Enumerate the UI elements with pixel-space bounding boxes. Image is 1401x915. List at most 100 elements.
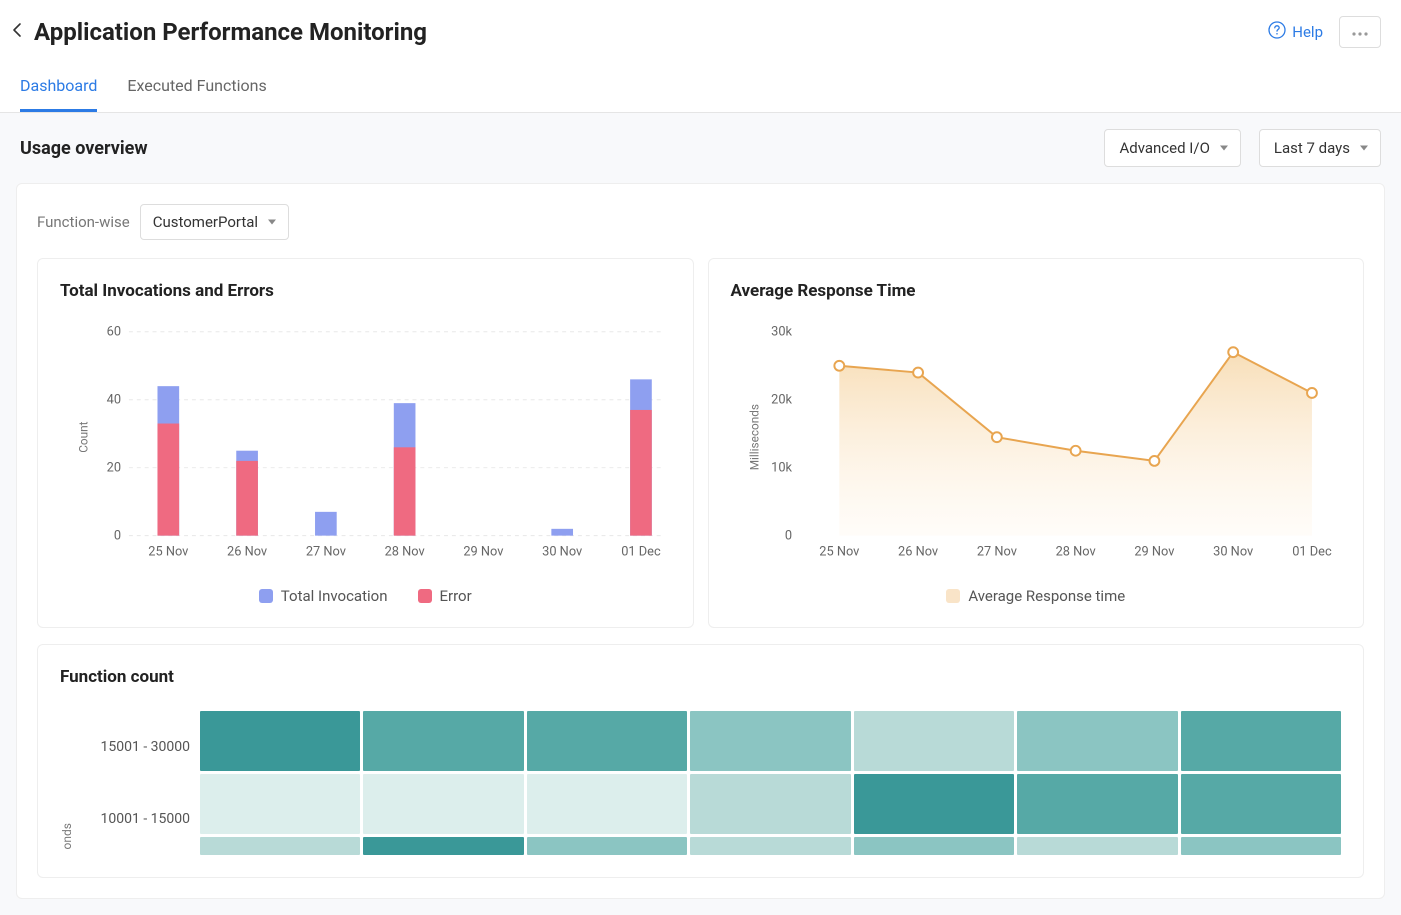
help-link[interactable]: Help	[1268, 21, 1323, 43]
heatmap-row-partial	[200, 837, 1341, 855]
response-point	[1307, 388, 1317, 398]
legend-response-label: Average Response time	[968, 587, 1125, 605]
legend-error-label: Error	[440, 587, 472, 605]
heatmap-cell	[690, 711, 850, 771]
bar-error	[157, 424, 179, 536]
x-tick: 01 Dec	[621, 544, 661, 559]
header-right: Help	[1268, 16, 1381, 48]
response-point	[1149, 456, 1159, 466]
heatmap-cell	[363, 711, 523, 771]
x-tick: 27 Nov	[306, 544, 346, 559]
heatmap-cell	[854, 837, 1014, 855]
fc-y-labels: 15001 - 30000 10001 - 15000	[80, 711, 190, 855]
function-count-card: Function count onds 15001 - 30000 10001 …	[37, 644, 1364, 878]
legend-total-label: Total Invocation	[281, 587, 388, 605]
overview-title: Usage overview	[20, 138, 148, 159]
x-tick: 25 Nov	[148, 544, 188, 559]
heatmap-cell	[363, 774, 523, 834]
heatmap-cell	[200, 774, 360, 834]
function-count-title: Function count	[60, 667, 1341, 687]
x-tick: 27 Nov	[976, 544, 1016, 559]
page-title: Application Performance Monitoring	[34, 18, 427, 46]
x-tick: 29 Nov	[1134, 544, 1174, 559]
fc-y-axis-label-partial: onds	[60, 823, 74, 855]
invocations-chart-title: Total Invocations and Errors	[60, 281, 671, 301]
response-point	[1228, 347, 1238, 357]
function-wise-label: Function-wise	[37, 213, 130, 231]
y-tick: 30k	[771, 325, 792, 340]
heatmap-cell	[854, 711, 1014, 771]
y-tick: 10k	[771, 461, 792, 476]
invocations-legend: Total Invocation Error	[60, 587, 671, 605]
fc-y-label: 10001 - 15000	[80, 789, 190, 849]
bar-error	[394, 447, 416, 535]
heatmap-row	[200, 774, 1341, 834]
heatmap-cell	[527, 837, 687, 855]
heatmap-cell	[1181, 711, 1341, 771]
x-tick: 25 Nov	[819, 544, 859, 559]
heatmap-row	[200, 711, 1341, 771]
x-tick: 28 Nov	[1055, 544, 1095, 559]
overview-bar: Usage overview Advanced I/O Last 7 days	[0, 113, 1401, 183]
heatmap-cell	[200, 837, 360, 855]
heatmap-cell	[200, 711, 360, 771]
swatch-response-icon	[946, 589, 960, 603]
y-axis-label: Count	[77, 421, 91, 452]
back-chevron-icon[interactable]	[10, 22, 26, 42]
response-time-chart: 0 10k 20k 30k Milliseconds	[731, 319, 1342, 575]
response-point	[991, 432, 1001, 442]
response-point	[913, 368, 923, 378]
x-tick: 26 Nov	[227, 544, 267, 559]
swatch-total-icon	[259, 589, 273, 603]
header-left: Application Performance Monitoring	[10, 18, 427, 46]
y-tick: 0	[784, 529, 791, 544]
bar-total	[315, 512, 337, 536]
invocations-chart-card: Total Invocations and Errors 0 20 40 60 …	[37, 258, 694, 628]
x-tick: 30 Nov	[542, 544, 582, 559]
heatmap-cell	[1181, 774, 1341, 834]
bar-error	[236, 461, 258, 536]
io-type-select[interactable]: Advanced I/O	[1104, 129, 1240, 167]
tab-dashboard[interactable]: Dashboard	[20, 76, 97, 112]
dots-icon	[1351, 24, 1369, 40]
y-tick: 0	[114, 529, 121, 544]
heatmap-cell	[1017, 774, 1177, 834]
dashboard-card: Function-wise CustomerPortal Total Invoc…	[16, 183, 1385, 899]
io-type-value: Advanced I/O	[1119, 139, 1209, 157]
bar-error	[630, 410, 652, 536]
heatmap-cell	[527, 711, 687, 771]
swatch-error-icon	[418, 589, 432, 603]
invocations-chart: 0 20 40 60 Count	[60, 319, 671, 575]
y-axis-label: Milliseconds	[747, 404, 761, 470]
function-count-chart: onds 15001 - 30000 10001 - 15000	[60, 711, 1341, 855]
overflow-menu-button[interactable]	[1339, 16, 1381, 48]
y-tick: 20	[107, 461, 121, 476]
response-time-chart-card: Average Response Time 0 10k 20k 30k Mill…	[708, 258, 1365, 628]
x-tick: 30 Nov	[1213, 544, 1253, 559]
response-point	[1070, 446, 1080, 456]
heatmap-cell	[690, 774, 850, 834]
x-tick: 28 Nov	[385, 544, 425, 559]
tab-executed-functions[interactable]: Executed Functions	[127, 76, 266, 112]
response-legend: Average Response time	[731, 587, 1342, 605]
function-wise-row: Function-wise CustomerPortal	[37, 204, 1364, 240]
time-range-select[interactable]: Last 7 days	[1259, 129, 1381, 167]
legend-total: Total Invocation	[259, 587, 388, 605]
x-tick: 29 Nov	[463, 544, 503, 559]
heatmap-cell	[1181, 837, 1341, 855]
x-tick: 01 Dec	[1292, 544, 1332, 559]
help-label: Help	[1292, 23, 1323, 41]
x-tick: 26 Nov	[898, 544, 938, 559]
function-select[interactable]: CustomerPortal	[140, 204, 289, 240]
tabs: Dashboard Executed Functions	[0, 58, 1401, 113]
time-range-value: Last 7 days	[1274, 139, 1350, 157]
heatmap-cell	[690, 837, 850, 855]
help-icon	[1268, 21, 1286, 43]
charts-row: Total Invocations and Errors 0 20 40 60 …	[37, 258, 1364, 628]
app-header: Application Performance Monitoring Help	[0, 0, 1401, 58]
heatmap-cell	[854, 774, 1014, 834]
legend-error: Error	[418, 587, 472, 605]
heatmap-cell	[1017, 837, 1177, 855]
response-area	[839, 352, 1312, 535]
response-time-chart-title: Average Response Time	[731, 281, 1342, 301]
